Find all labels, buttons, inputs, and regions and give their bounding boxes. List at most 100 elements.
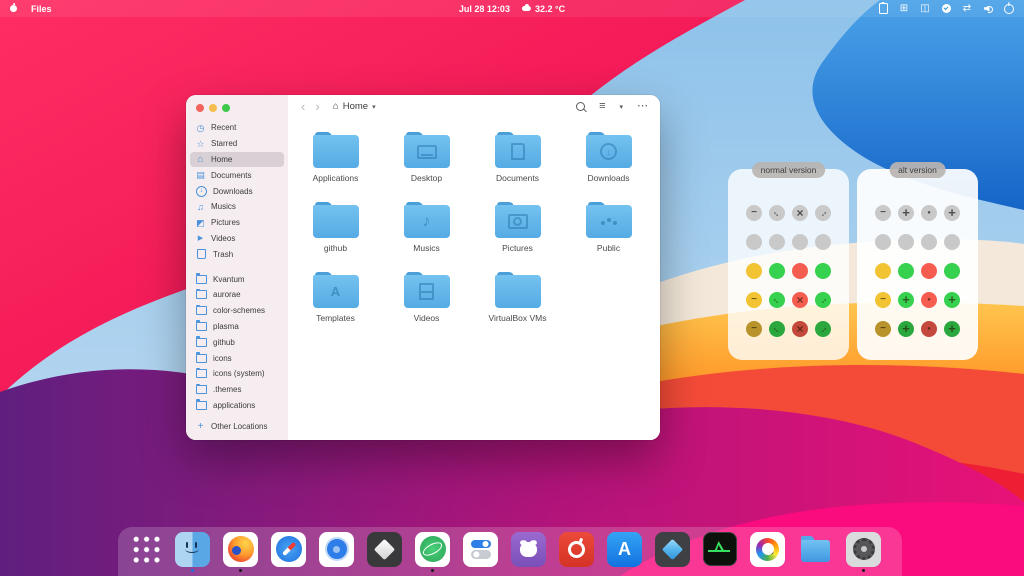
bookmark-item-aurorae[interactable]: aurorae — [190, 287, 284, 303]
dock-item-photos-app[interactable] — [750, 532, 785, 572]
breadcrumb[interactable]: ⌂ Home ▾ — [333, 101, 376, 112]
window-button-preview — [898, 234, 914, 250]
bookmark-item-icons-system[interactable]: icons (system) — [190, 366, 284, 382]
sidebar-item-pictures[interactable]: Pictures — [190, 215, 284, 231]
window-button-preview — [769, 292, 785, 308]
window-button-preview — [769, 263, 785, 279]
window-button-preview — [921, 263, 937, 279]
bookmark-item-icons[interactable]: icons — [190, 350, 284, 366]
place-label: Trash — [213, 250, 233, 259]
sidebar-item-videos[interactable]: Videos — [190, 231, 284, 247]
place-icon — [195, 170, 206, 180]
dock-item-file-manager[interactable] — [798, 532, 833, 572]
plus-icon: + — [195, 421, 206, 432]
bookmark-item-plasma[interactable]: plasma — [190, 319, 284, 335]
dock — [118, 527, 902, 576]
folder-item-musics[interactable]: Musics — [381, 202, 472, 260]
folder-icon — [586, 202, 632, 238]
folder-label: Public — [597, 243, 620, 253]
volume-icon[interactable] — [983, 3, 993, 15]
bookmark-item-themes[interactable]: .themes — [190, 382, 284, 398]
apple-menu-icon[interactable] — [10, 5, 17, 12]
window-button-preview — [944, 263, 960, 279]
folder-item-documents[interactable]: Documents — [472, 132, 563, 190]
window-button-preview — [746, 205, 762, 221]
close-button[interactable] — [196, 104, 204, 112]
bookmark-item-github[interactable]: github — [190, 334, 284, 350]
folder-item-templates[interactable]: Templates — [290, 272, 381, 330]
window-button-preview — [815, 205, 831, 221]
app-icon — [131, 534, 162, 565]
dock-item-inkscape[interactable] — [367, 532, 402, 572]
folder-item-virtualbox-vms[interactable]: VirtualBox VMs — [472, 272, 563, 330]
folder-item-pictures[interactable]: Pictures — [472, 202, 563, 260]
dock-item-system-settings[interactable] — [846, 532, 881, 572]
maximize-button[interactable] — [222, 104, 230, 112]
window-button-preview — [898, 321, 914, 337]
sidebar-item-recent[interactable]: Recent — [190, 120, 284, 136]
search-button[interactable] — [576, 102, 585, 111]
window-list-icon[interactable]: ◫ — [920, 3, 930, 15]
list-view-button[interactable]: ≡ — [599, 101, 605, 112]
bookmark-item-color-schemes[interactable]: color-schemes — [190, 303, 284, 319]
folder-item-desktop[interactable]: Desktop — [381, 132, 472, 190]
bookmark-item-kvantum[interactable]: Kvantum — [190, 271, 284, 287]
folder-item-github[interactable]: github — [290, 202, 381, 260]
window-button-preview — [792, 205, 808, 221]
window-button-preview — [815, 263, 831, 279]
place-icon — [195, 218, 206, 228]
dock-item-safari[interactable] — [271, 532, 306, 572]
dock-item-github-desktop[interactable] — [511, 532, 546, 572]
back-button[interactable]: ‹ — [296, 100, 310, 113]
app-icon — [463, 532, 498, 567]
folder-item-applications[interactable]: Applications — [290, 132, 381, 190]
window-button-preview — [875, 234, 891, 250]
updates-icon[interactable] — [941, 3, 951, 15]
folder-icon — [196, 354, 207, 363]
sidebar-item-musics[interactable]: Musics — [190, 199, 284, 215]
dock-item-finder[interactable] — [175, 532, 210, 572]
view-options-button[interactable]: ▾ — [619, 103, 623, 111]
dock-item-switches-app[interactable] — [463, 532, 498, 572]
dock-item-blue-disc-app[interactable] — [319, 532, 354, 572]
active-app-name[interactable]: Files — [31, 4, 52, 14]
other-locations-button[interactable]: + Other Locations — [186, 418, 288, 440]
bookmark-item-applications[interactable]: applications — [190, 398, 284, 414]
bookmark-label: Kvantum — [213, 275, 245, 284]
weather-widget[interactable]: 32.2 °C — [522, 4, 565, 14]
running-indicator — [335, 569, 338, 572]
dock-item-app-store[interactable] — [607, 532, 642, 572]
window-button-preview — [875, 321, 891, 337]
clipboard-icon[interactable] — [878, 3, 888, 15]
dock-item-firefox[interactable] — [223, 532, 258, 572]
menu-button[interactable]: ⋯ — [637, 101, 648, 112]
sidebar-item-downloads[interactable]: Downloads — [190, 183, 284, 199]
bookmark-label: aurorae — [213, 290, 241, 299]
workspaces-icon[interactable]: ⊞ — [899, 3, 909, 15]
window-main: ‹ › ⌂ Home ▾ ≡ ▾ ⋯ — [288, 95, 660, 440]
folder-item-downloads[interactable]: Downloads — [563, 132, 654, 190]
folder-item-videos[interactable]: Videos — [381, 272, 472, 330]
forward-button[interactable]: › — [310, 100, 324, 113]
sidebar-item-documents[interactable]: Documents — [190, 167, 284, 183]
running-indicator — [191, 569, 194, 572]
transfer-arrows-icon[interactable]: ⇄ — [962, 3, 972, 15]
folder-icon — [196, 275, 207, 284]
dock-item-system-monitor[interactable] — [703, 532, 737, 571]
dock-item-app-launcher[interactable] — [131, 534, 162, 570]
folder-icon — [196, 306, 207, 315]
running-indicator — [287, 569, 290, 572]
dock-item-atom[interactable] — [415, 532, 450, 572]
minimize-button[interactable] — [209, 104, 217, 112]
dock-item-boxes[interactable] — [655, 532, 690, 572]
folder-icon — [495, 272, 541, 308]
folder-item-public[interactable]: Public — [563, 202, 654, 260]
file-manager-window: Recent Starred Home Documents — [186, 95, 660, 440]
clock[interactable]: Jul 28 12:03 — [459, 4, 510, 14]
sidebar-item-starred[interactable]: Starred — [190, 136, 284, 152]
sidebar-item-trash[interactable]: Trash — [190, 246, 284, 262]
power-icon[interactable] — [1004, 3, 1014, 15]
place-label: Videos — [211, 234, 235, 243]
dock-item-netease-music[interactable] — [559, 532, 594, 572]
sidebar-item-home[interactable]: Home — [190, 152, 284, 168]
